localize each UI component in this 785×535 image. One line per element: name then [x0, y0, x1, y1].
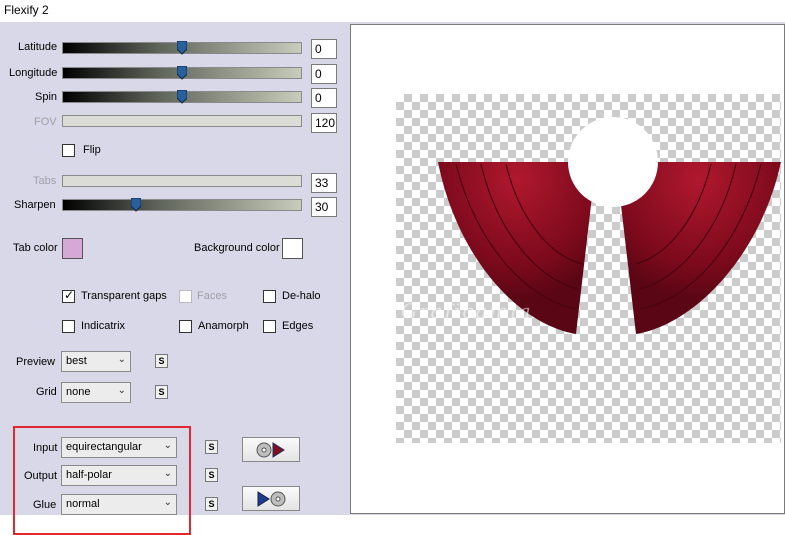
spin-value[interactable]: 0: [311, 88, 337, 108]
grid-dropdown-value: none: [66, 386, 91, 398]
preview-dropdown-value: best: [66, 355, 87, 367]
longitude-slider[interactable]: [62, 66, 302, 80]
chevron-down-icon: ⌄: [117, 385, 126, 396]
preview-area: Graficamia: [348, 22, 785, 515]
background-color-swatch[interactable]: [282, 238, 303, 259]
spin-slider-thumb[interactable]: [177, 90, 187, 104]
de-halo-label: De-halo: [282, 290, 321, 302]
anamorph-label: Anamorph: [198, 320, 249, 332]
indicatrix-label: Indicatrix: [81, 320, 126, 332]
check-icon: ✓: [64, 288, 75, 302]
chevron-down-icon: ⌄: [163, 497, 172, 508]
sharpen-value[interactable]: 30: [311, 197, 337, 217]
tab-color-swatch[interactable]: [62, 238, 83, 259]
output-dropdown-value: half-polar: [66, 469, 112, 481]
play-disc-icon: [257, 491, 286, 507]
latitude-label: Latitude: [18, 41, 58, 53]
glue-dropdown-value: normal: [66, 498, 100, 510]
tabs-slider[interactable]: [62, 175, 302, 187]
spin-slider[interactable]: [62, 90, 302, 104]
input-dropdown[interactable]: equirectangular ⌄: [61, 437, 177, 458]
sharpen-slider[interactable]: [62, 198, 302, 212]
longitude-label: Longitude: [9, 67, 58, 79]
glue-dropdown[interactable]: normal ⌄: [61, 494, 177, 515]
output-dropdown[interactable]: half-polar ⌄: [61, 465, 177, 486]
preview-watermark: Graficamia: [401, 299, 533, 323]
glue-label: Glue: [33, 499, 57, 511]
preview-label: Preview: [16, 356, 56, 368]
de-halo-checkbox[interactable]: [263, 290, 276, 303]
input-s-button[interactable]: S: [205, 440, 218, 454]
chevron-down-icon: ⌄: [117, 354, 126, 365]
preview-dropdown[interactable]: best ⌄: [61, 351, 131, 372]
tab-color-label: Tab color: [13, 242, 58, 254]
input-label: Input: [33, 442, 58, 454]
edges-label: Edges: [282, 320, 314, 332]
latitude-value[interactable]: 0: [311, 39, 337, 59]
chevron-down-icon: ⌄: [163, 440, 172, 451]
sharpen-label: Sharpen: [14, 199, 56, 211]
fov-value[interactable]: 120: [311, 113, 337, 133]
indicatrix-checkbox[interactable]: [62, 320, 75, 333]
input-dropdown-value: equirectangular: [66, 441, 142, 453]
grid-s-button[interactable]: S: [155, 385, 168, 399]
transparent-gaps-checkbox[interactable]: ✓: [62, 288, 75, 303]
chevron-down-icon: ⌄: [163, 468, 172, 479]
longitude-value[interactable]: 0: [311, 64, 337, 84]
sharpen-slider-thumb[interactable]: [131, 198, 141, 212]
fov-label: FOV: [34, 116, 57, 128]
background-color-label: Background color: [194, 242, 280, 254]
grid-dropdown[interactable]: none ⌄: [61, 382, 131, 403]
faces-label: Faces: [197, 290, 227, 302]
load-preset-button[interactable]: [242, 437, 300, 462]
fov-slider[interactable]: [62, 115, 302, 127]
output-label: Output: [24, 470, 58, 482]
tabs-value[interactable]: 33: [311, 173, 337, 193]
save-preset-button[interactable]: [242, 486, 300, 511]
longitude-slider-thumb[interactable]: [177, 66, 187, 80]
half-polar-preview-image: [438, 117, 781, 334]
latitude-slider[interactable]: [62, 41, 302, 55]
settings-panel: Latitude 0 Longitude 0 Spin 0 FOV 120 Fl…: [0, 22, 348, 535]
disc-play-icon: [256, 442, 285, 458]
grid-label: Grid: [36, 386, 57, 398]
glue-s-button[interactable]: S: [205, 497, 218, 511]
faces-checkbox[interactable]: [179, 290, 192, 303]
preview-canvas[interactable]: Graficamia: [350, 24, 785, 514]
tabs-label: Tabs: [33, 175, 57, 187]
flip-label: Flip: [83, 144, 101, 156]
anamorph-checkbox[interactable]: [179, 320, 192, 333]
edges-checkbox[interactable]: [263, 320, 276, 333]
output-s-button[interactable]: S: [205, 468, 218, 482]
flip-checkbox[interactable]: [62, 144, 75, 157]
spin-label: Spin: [35, 91, 58, 103]
window-title: Flexify 2: [0, 0, 785, 22]
transparent-gaps-label: Transparent gaps: [81, 290, 167, 302]
preview-s-button[interactable]: S: [155, 354, 168, 368]
latitude-slider-thumb[interactable]: [177, 41, 187, 55]
